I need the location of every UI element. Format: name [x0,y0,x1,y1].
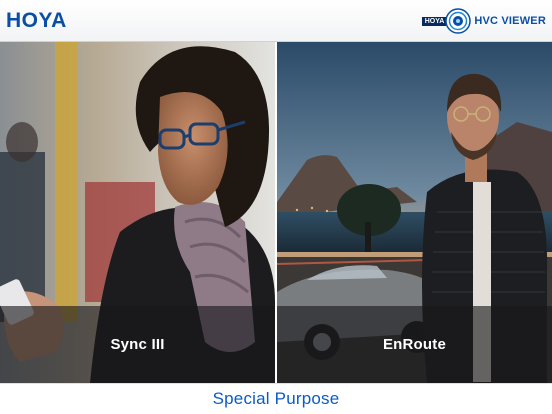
eye-lens-icon [445,8,472,34]
app-header: HOYA HOYA HVC VIEWER [0,0,552,42]
hvc-viewer-logo: HOYA HVC VIEWER [421,8,546,34]
hoya-logo: HOYA [6,9,67,32]
footer-bar: Special Purpose [0,383,552,414]
enroute-caption: EnRoute [277,306,552,383]
sync-iii-label: Sync III [110,336,165,353]
sync-iii-tile[interactable]: Sync III [0,42,275,383]
special-purpose-title: Special Purpose [212,389,340,408]
viewer-hoya-tag: HOYA [421,16,448,26]
viewer-name: HVC VIEWER [474,15,546,27]
enroute-tile[interactable]: EnRoute [277,42,552,383]
enroute-label: EnRoute [382,336,447,353]
sync-iii-caption: Sync III [0,306,275,383]
